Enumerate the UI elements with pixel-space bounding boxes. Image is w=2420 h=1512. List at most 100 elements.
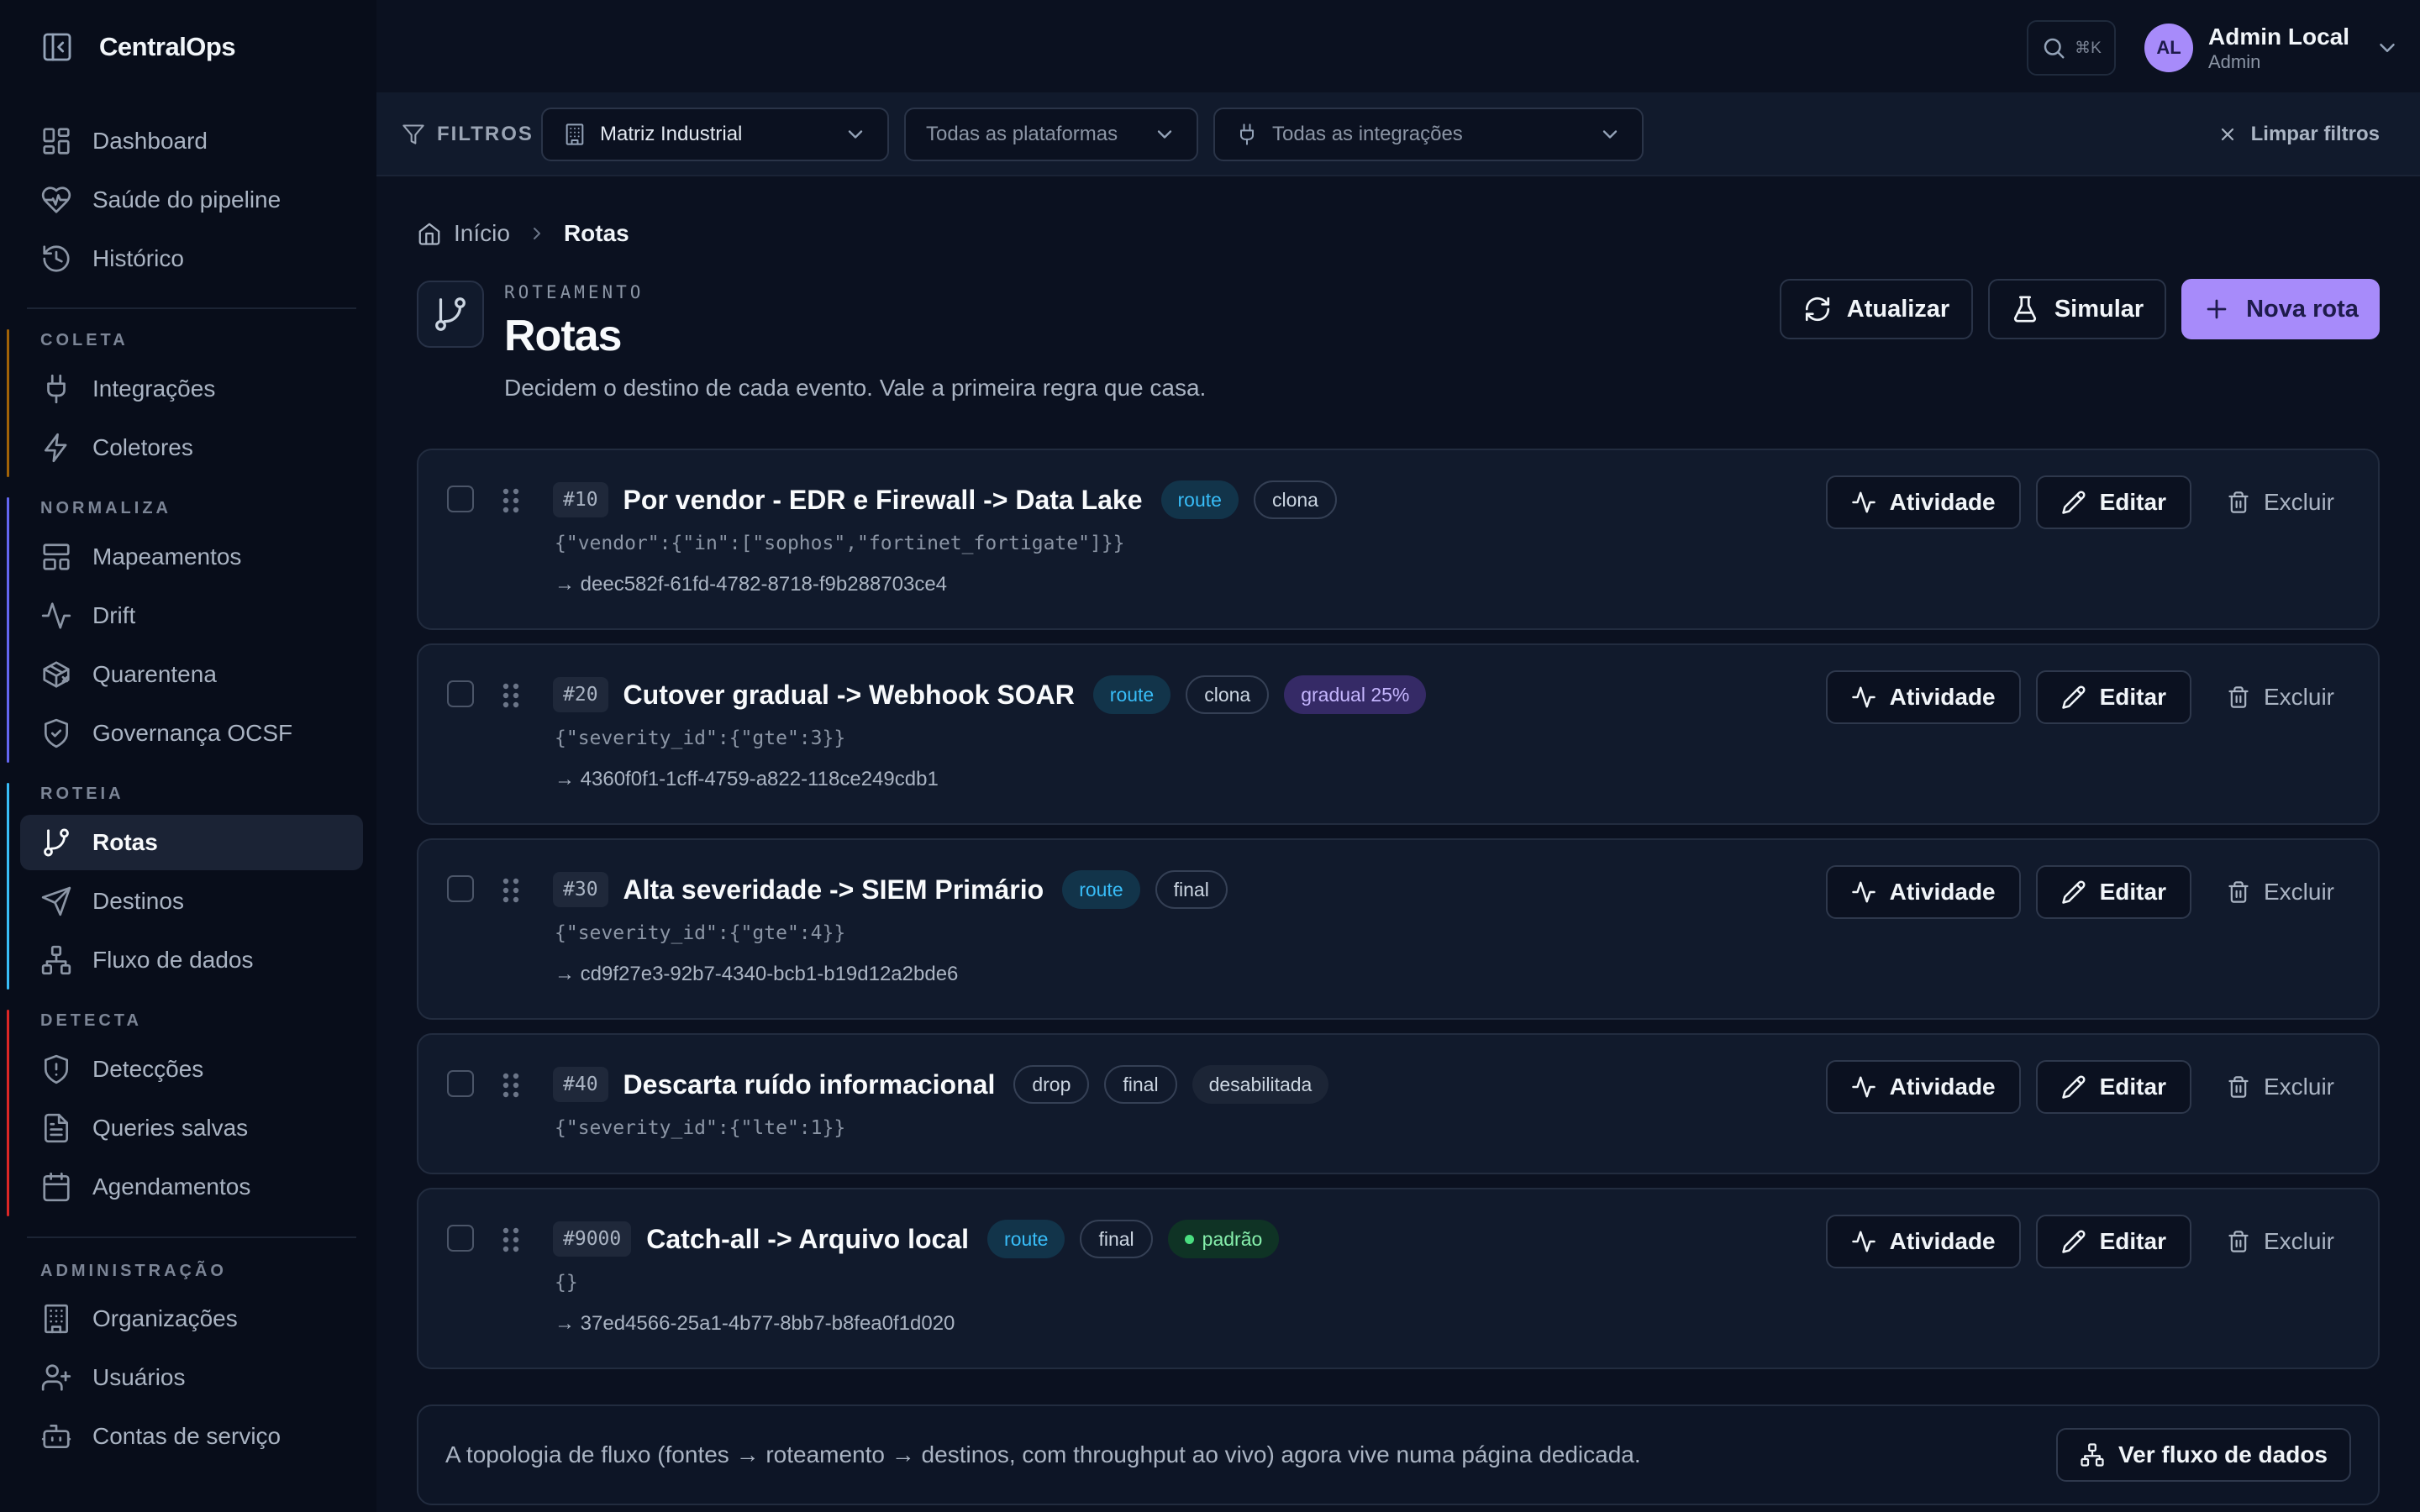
close-icon xyxy=(2217,124,2238,144)
search-icon xyxy=(2041,35,2066,60)
route-card: #20 Cutover gradual -> Webhook SOAR rout… xyxy=(417,643,2380,825)
route-destination: → 4360f0f1-1cff-4759-a822-118ce249cdb1 xyxy=(555,768,939,790)
sidebar-item-history[interactable]: Histórico xyxy=(20,231,363,286)
view-data-flow-button[interactable]: Ver fluxo de dados xyxy=(2056,1428,2351,1482)
sidebar-item-routes[interactable]: Rotas xyxy=(20,815,363,870)
search-button[interactable]: ⌘K xyxy=(2027,20,2116,76)
chevron-down-icon xyxy=(1153,123,1176,146)
package-icon xyxy=(40,659,72,690)
group-label-coleta: COLETA xyxy=(40,331,129,349)
user-menu[interactable]: AL Admin Local Admin xyxy=(2144,22,2400,74)
route-priority: #10 xyxy=(553,482,608,517)
drag-handle-icon[interactable] xyxy=(501,877,521,904)
sidebar-item-mappings[interactable]: Mapeamentos xyxy=(20,529,363,585)
breadcrumb-current: Rotas xyxy=(563,220,629,246)
edit-button[interactable]: Editar xyxy=(2035,475,2191,529)
drag-handle-icon[interactable] xyxy=(501,1072,521,1099)
route-checkbox[interactable] xyxy=(447,1070,474,1097)
sidebar-item-integrations[interactable]: Integrações xyxy=(20,361,363,417)
route-badge-grad: gradual 25% xyxy=(1284,675,1427,714)
simulate-button[interactable]: Simular xyxy=(1988,279,2166,339)
new-route-button[interactable]: Nova rota xyxy=(2181,279,2380,339)
delete-button[interactable]: Excluir xyxy=(2207,865,2354,919)
sidebar-item-ocsf-governance[interactable]: Governança OCSF xyxy=(20,706,363,761)
refresh-button[interactable]: Atualizar xyxy=(1780,279,1973,339)
org-select-value: Matriz Industrial xyxy=(600,123,743,145)
route-priority: #40 xyxy=(553,1067,608,1102)
drag-handle-icon[interactable] xyxy=(501,1226,521,1253)
delete-button[interactable]: Excluir xyxy=(2207,1060,2354,1114)
sidebar-item-quarantine[interactable]: Quarentena xyxy=(20,647,363,702)
page-eyebrow: ROTEAMENTO xyxy=(504,282,644,302)
chevron-down-icon xyxy=(844,123,867,146)
building-icon xyxy=(40,1303,72,1335)
route-checkbox[interactable] xyxy=(447,875,474,902)
delete-button[interactable]: Excluir xyxy=(2207,670,2354,724)
group-label-normaliza: NORMALIZA xyxy=(40,499,171,517)
route-checkbox[interactable] xyxy=(447,1225,474,1252)
activity-button[interactable]: Atividade xyxy=(1825,670,2021,724)
sidebar-item-service-accounts[interactable]: Contas de serviço xyxy=(20,1409,363,1464)
edit-button[interactable]: Editar xyxy=(2035,1060,2191,1114)
sidebar-item-organizations[interactable]: Organizações xyxy=(20,1291,363,1347)
trash-icon xyxy=(2227,880,2250,904)
org-select[interactable]: Matriz Industrial xyxy=(541,108,889,161)
activity-button[interactable]: Atividade xyxy=(1825,865,2021,919)
sidebar-item-destinations[interactable]: Destinos xyxy=(20,874,363,929)
group-label-roteia: ROTEIA xyxy=(40,785,124,803)
sidebar-item-collectors[interactable]: Coletores xyxy=(20,420,363,475)
drag-handle-icon[interactable] xyxy=(501,487,521,514)
git-branch-icon xyxy=(40,827,72,858)
delete-button[interactable]: Excluir xyxy=(2207,475,2354,529)
route-name: Descarta ruído informacional xyxy=(623,1068,996,1100)
sidebar-item-saved-queries[interactable]: Queries salvas xyxy=(20,1100,363,1156)
sidebar-item-schedules[interactable]: Agendamentos xyxy=(20,1159,363,1215)
edit-button[interactable]: Editar xyxy=(2035,865,2191,919)
platform-select[interactable]: Todas as plataformas xyxy=(904,108,1198,161)
route-checkbox[interactable] xyxy=(447,486,474,512)
edit-button[interactable]: Editar xyxy=(2035,1215,2191,1268)
sidebar-item-drift[interactable]: Drift xyxy=(20,588,363,643)
edit-button[interactable]: Editar xyxy=(2035,670,2191,724)
git-branch-icon xyxy=(435,297,466,331)
activity-button[interactable]: Atividade xyxy=(1825,475,2021,529)
sidebar-divider xyxy=(27,1236,356,1238)
plug-icon xyxy=(40,373,72,405)
route-actions: Atividade Editar Excluir xyxy=(1825,865,2354,919)
route-condition: {"vendor":{"in":["sophos","fortinet_fort… xyxy=(555,533,1125,554)
filters-label: FILTROS xyxy=(402,118,534,151)
route-priority: #20 xyxy=(553,677,608,712)
sidebar-item-label: Organizações xyxy=(92,1305,238,1331)
route-header: #9000 Catch-all -> Arquivo local route fi… xyxy=(553,1218,1280,1260)
sidebar-collapse-icon[interactable] xyxy=(40,30,74,64)
sidebar-item-detections[interactable]: Detecções xyxy=(20,1042,363,1097)
page-icon xyxy=(417,281,484,348)
route-badge-outline: final xyxy=(1155,870,1228,909)
sidebar-item-data-flow[interactable]: Fluxo de dados xyxy=(20,932,363,988)
route-checkbox[interactable] xyxy=(447,680,474,707)
notice-text: A topologia de fluxo (fontes → roteament… xyxy=(445,1441,1641,1467)
activity-button[interactable]: Atividade xyxy=(1825,1215,2021,1268)
route-badge-route: route xyxy=(1092,675,1171,714)
sidebar-item-label: Drift xyxy=(92,602,136,628)
route-badge-default: padrão xyxy=(1167,1220,1280,1258)
network-icon xyxy=(40,944,72,976)
shield-alert-icon xyxy=(40,1053,72,1085)
drag-handle-icon[interactable] xyxy=(501,682,521,709)
route-name: Catch-all -> Arquivo local xyxy=(646,1223,970,1254)
activity-button[interactable]: Atividade xyxy=(1825,1060,2021,1114)
sidebar-item-dashboard[interactable]: Dashboard xyxy=(20,113,363,169)
route-actions: Atividade Editar Excluir xyxy=(1825,670,2354,724)
route-card: #9000 Catch-all -> Arquivo local route fi… xyxy=(417,1188,2380,1369)
sidebar-item-users[interactable]: Usuários xyxy=(20,1350,363,1405)
clear-filters-button[interactable]: Limpar filtros xyxy=(2217,118,2380,151)
delete-button[interactable]: Excluir xyxy=(2207,1215,2354,1268)
sidebar-item-pipeline-health[interactable]: Saúde do pipeline xyxy=(20,172,363,228)
route-header: #40 Descarta ruído informacional drop fin… xyxy=(553,1063,1329,1105)
user-name: Admin Local xyxy=(2208,24,2350,50)
layout-icon xyxy=(40,541,72,573)
integration-select[interactable]: Todas as integrações xyxy=(1213,108,1644,161)
route-condition: {"severity_id":{"gte":4}} xyxy=(555,922,846,944)
pencil-icon xyxy=(2061,490,2086,515)
breadcrumb-home-link[interactable]: Início xyxy=(454,220,510,247)
